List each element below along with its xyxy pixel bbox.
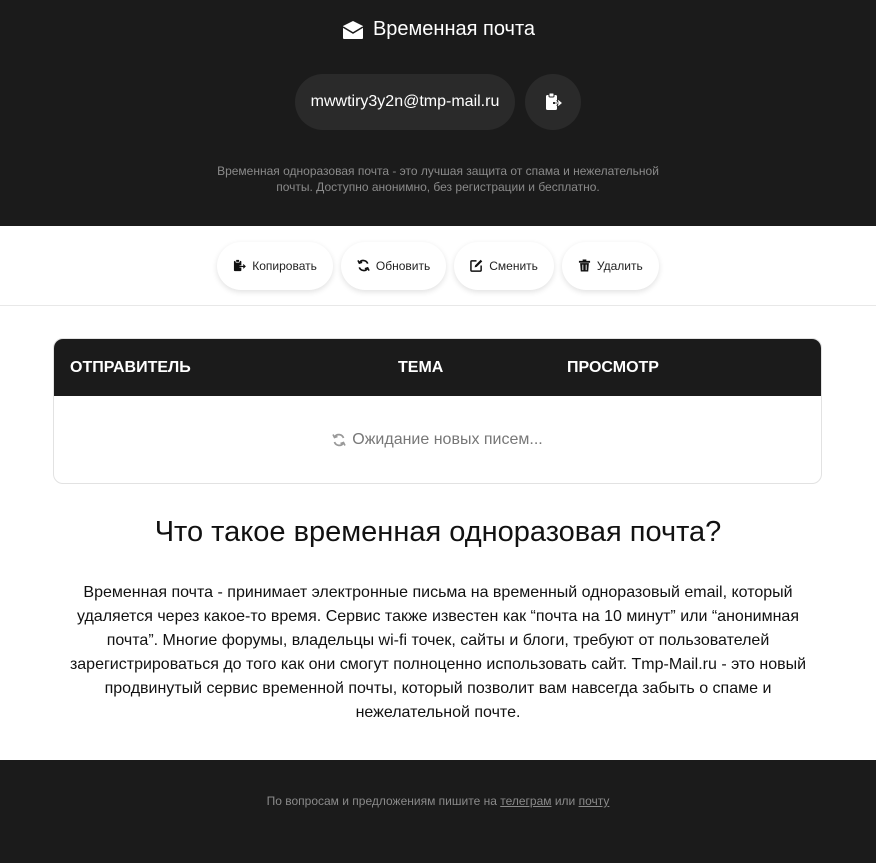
email-address[interactable]: mwwtiry3y2n@tmp-mail.ru [294, 74, 516, 130]
about-body: Временная почта - принимает электронные … [69, 584, 807, 721]
trash-icon [578, 259, 590, 272]
refresh-button[interactable]: Обновить [340, 241, 447, 290]
brand-title: Временная почта [372, 18, 536, 40]
copy-button[interactable]: Копировать [217, 241, 333, 290]
inbox-table: ОТПРАВИТЕЛЬ ТЕМА ПРОСМОТР Ожидание новых… [53, 338, 822, 484]
tagline-line-1: Временная одноразовая почта - это лучшая… [217, 164, 659, 178]
copy-email-button[interactable] [525, 74, 582, 130]
footer-text-before: По вопросам и предложениям пишите на [266, 794, 501, 808]
action-bar: Копировать Обновить Сменить Удалить [0, 226, 876, 306]
brand[interactable]: Временная почта [0, 18, 876, 41]
about-title: Что такое временная одноразовая почта? [154, 516, 722, 548]
waiting-text: Ожидание новых писем... [352, 431, 543, 448]
inbox-header: ОТПРАВИТЕЛЬ ТЕМА ПРОСМОТР [54, 339, 821, 396]
delete-label: Удалить [596, 258, 643, 273]
clipboard-icon [546, 92, 563, 110]
clipboard-icon [234, 259, 247, 272]
refresh-icon [332, 433, 346, 447]
tagline: Временная одноразовая почта - это лучшая… [0, 163, 876, 195]
inbox-empty-state: Ожидание новых писем... [54, 396, 821, 483]
col-subject: ТЕМА [398, 359, 444, 376]
change-label: Сменить [489, 258, 538, 273]
footer-text: По вопросам и предложениям пишите на тел… [267, 794, 610, 863]
header: Временная почта mwwtiry3y2n@tmp-mail.ru … [0, 0, 876, 226]
envelope-open-icon [342, 20, 364, 39]
col-preview: ПРОСМОТР [567, 359, 659, 376]
copy-label: Копировать [252, 258, 317, 273]
telegram-link[interactable]: телеграм [500, 794, 551, 808]
footer: По вопросам и предложениям пишите на тел… [0, 760, 876, 863]
col-sender: ОТПРАВИТЕЛЬ [70, 359, 191, 376]
mail-link[interactable]: почту [579, 794, 610, 808]
edit-icon [470, 259, 483, 272]
change-button[interactable]: Сменить [454, 241, 554, 290]
refresh-label: Обновить [375, 258, 431, 273]
email-row: mwwtiry3y2n@tmp-mail.ru [0, 74, 876, 130]
footer-text-middle: или [551, 794, 579, 808]
about-section: Что такое временная одноразовая почта? В… [0, 516, 876, 725]
tagline-line-2: почты. Доступно анонимно, без регистраци… [276, 180, 600, 194]
delete-button[interactable]: Удалить [561, 241, 659, 290]
refresh-icon [357, 259, 370, 272]
